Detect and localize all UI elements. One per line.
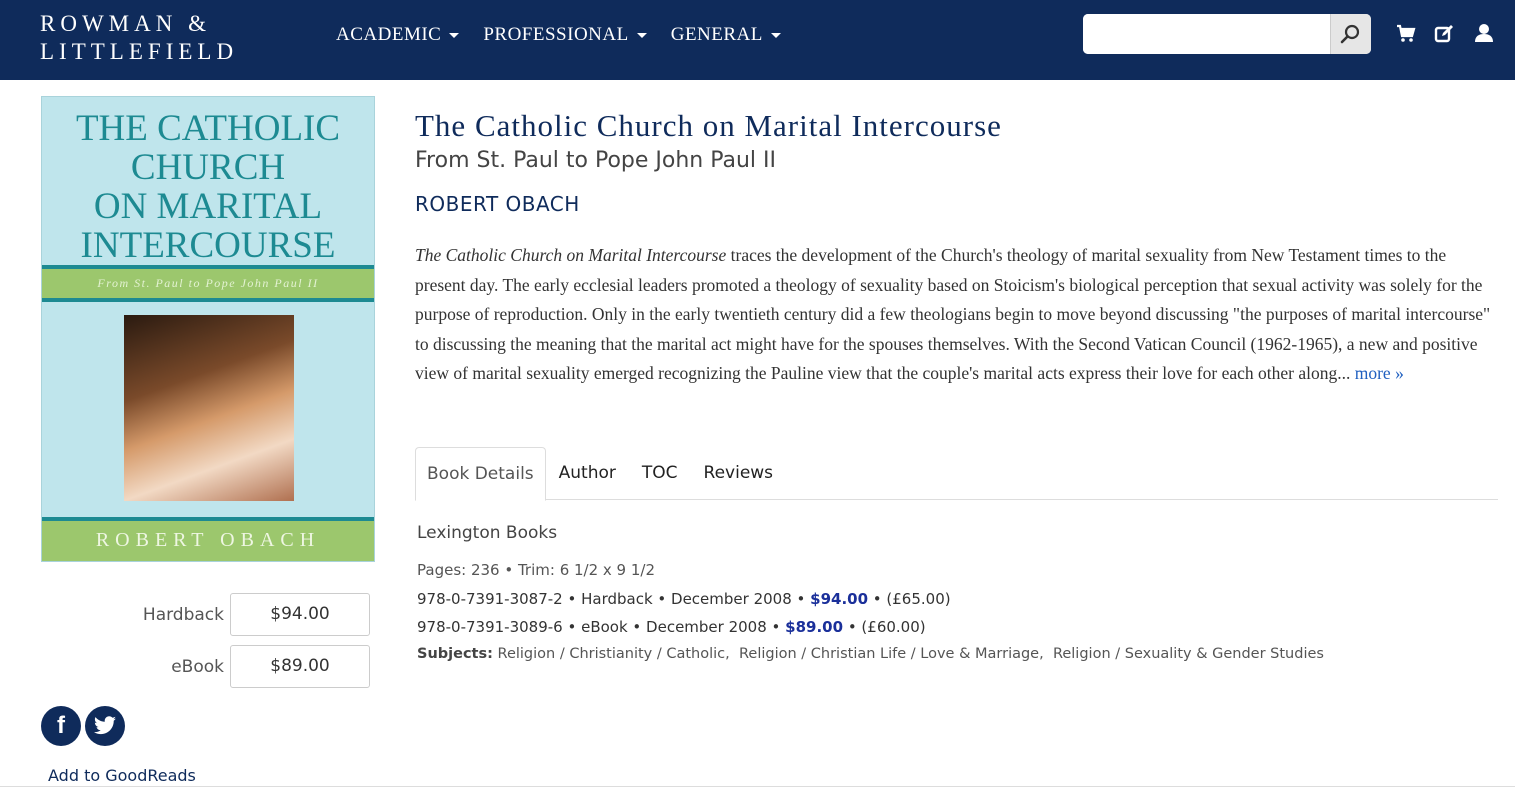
publisher-link[interactable]: Lexington Books — [417, 523, 557, 543]
search-input[interactable] — [1083, 14, 1330, 54]
social-share: f — [41, 706, 125, 746]
subject-link[interactable]: Religion / Christianity / Catholic, — [498, 646, 730, 662]
format-label: eBook — [171, 656, 224, 677]
edit-button[interactable] — [1434, 20, 1455, 46]
edition-hardback: 978-0-7391-3087-2 • Hardback • December … — [417, 590, 951, 608]
subjects-label: Subjects: — [417, 646, 493, 662]
book-subtitle: From St. Paul to Pope John Paul II — [415, 148, 777, 173]
nav-academic-label: ACADEMIC — [336, 24, 442, 45]
search-box — [1083, 14, 1371, 54]
facebook-button[interactable]: f — [41, 706, 81, 746]
account-button[interactable] — [1473, 20, 1494, 46]
edition-ebook: 978-0-7391-3089-6 • eBook • December 200… — [417, 618, 926, 636]
nav-professional-label: PROFESSIONAL — [483, 24, 629, 45]
edition-gbp-price: • (£65.00) — [868, 590, 951, 608]
cart-button[interactable] — [1395, 20, 1416, 46]
chevron-down-icon — [636, 32, 647, 38]
tab-author[interactable]: Author — [546, 447, 629, 500]
cover-photo — [124, 315, 294, 501]
ebook-price-link[interactable]: $89.00 — [785, 618, 843, 636]
logo-line-2: LITTLEFIELD — [40, 39, 239, 64]
cover-title-line: ON MARITAL — [93, 186, 323, 227]
twitter-button[interactable] — [85, 706, 125, 746]
cover-title-line: CHURCH — [130, 147, 286, 188]
description-text: traces the development of the Church's t… — [415, 245, 1491, 383]
edition-info: 978-0-7391-3089-6 • eBook • December 200… — [417, 618, 786, 636]
nav-professional[interactable]: PROFESSIONAL — [483, 24, 647, 46]
site-header: ROWMAN & LITTLEFIELD ACADEMIC PROFESSION… — [0, 0, 1515, 80]
chevron-down-icon — [449, 32, 460, 38]
edit-icon — [1434, 24, 1453, 42]
main-nav: ACADEMIC PROFESSIONAL GENERAL — [336, 24, 781, 46]
search-button[interactable] — [1330, 14, 1371, 54]
more-link[interactable]: more » — [1355, 363, 1404, 383]
detail-tabs: Book Details Author TOC Reviews — [415, 447, 1498, 501]
subject-link[interactable]: Religion / Christian Life / Love & Marri… — [739, 646, 1044, 662]
nav-academic[interactable]: ACADEMIC — [336, 24, 460, 46]
hardback-price-button[interactable]: $94.00 — [230, 593, 370, 636]
hardback-price-link[interactable]: $94.00 — [810, 590, 868, 608]
cart-icon — [1396, 24, 1415, 42]
format-row-hardback: Hardback $94.00 — [41, 593, 370, 636]
chevron-down-icon — [770, 32, 781, 38]
book-description: The Catholic Church on Marital Intercour… — [415, 241, 1495, 389]
cover-author-band: ROBERT OBACH — [42, 517, 374, 561]
nav-general[interactable]: GENERAL — [671, 24, 781, 46]
pages-trim: Pages: 236 • Trim: 6 1/2 x 9 1/2 — [417, 561, 656, 579]
logo-line-1: ROWMAN & — [40, 11, 211, 36]
site-logo[interactable]: ROWMAN & LITTLEFIELD — [40, 10, 238, 66]
user-icon — [1474, 24, 1493, 42]
twitter-icon — [94, 716, 116, 735]
format-row-ebook: eBook $89.00 — [41, 645, 370, 688]
book-title: The Catholic Church on Marital Intercour… — [415, 108, 1002, 143]
cover-title: THE CATHOLIC CHURCH ON MARITAL INTERCOUR… — [42, 109, 374, 265]
cover-title-line: THE CATHOLIC — [75, 108, 341, 149]
divider — [0, 786, 1515, 787]
ebook-price-button[interactable]: $89.00 — [230, 645, 370, 688]
edition-gbp-price: • (£60.00) — [843, 618, 926, 636]
add-to-goodreads-link[interactable]: Add to GoodReads — [48, 766, 196, 785]
tab-book-details[interactable]: Book Details — [415, 447, 546, 501]
cover-subtitle: From St. Paul to Pope John Paul II — [97, 276, 319, 290]
nav-general-label: GENERAL — [670, 24, 763, 45]
search-icon — [1340, 24, 1360, 44]
book-cover[interactable]: THE CATHOLIC CHURCH ON MARITAL INTERCOUR… — [41, 96, 375, 562]
tab-toc[interactable]: TOC — [629, 447, 691, 500]
cover-title-line: INTERCOURSE — [80, 225, 336, 266]
description-title: The Catholic Church on Marital Intercour… — [415, 245, 727, 265]
tab-reviews[interactable]: Reviews — [691, 447, 787, 500]
cover-author: ROBERT OBACH — [95, 529, 321, 551]
subject-link[interactable]: Religion / Sexuality & Gender Studies — [1053, 646, 1324, 662]
cover-subtitle-band: From St. Paul to Pope John Paul II — [42, 265, 374, 302]
edition-info: 978-0-7391-3087-2 • Hardback • December … — [417, 590, 811, 608]
facebook-icon: f — [57, 712, 65, 739]
subjects: Subjects: Religion / Christianity / Cath… — [417, 646, 1324, 662]
format-label: Hardback — [142, 604, 224, 625]
header-icons — [1395, 20, 1494, 46]
book-author-link[interactable]: ROBERT OBACH — [415, 192, 580, 216]
